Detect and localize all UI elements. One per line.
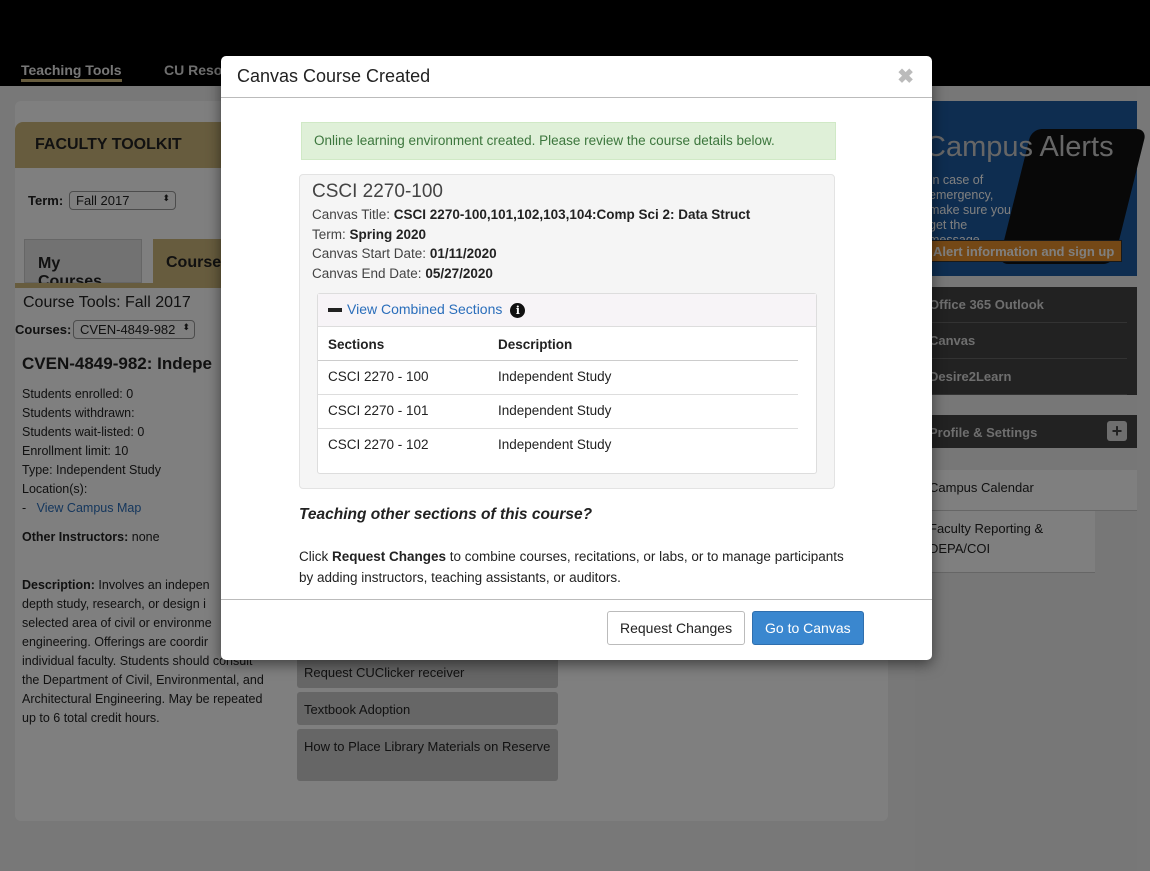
section-cell: CSCI 2270 - 100: [318, 360, 488, 395]
start-date-row: Canvas Start Date: 01/11/2020: [300, 244, 834, 264]
description-cell: Independent Study: [498, 437, 612, 452]
term-row: Term: Spring 2020: [300, 225, 834, 245]
description-cell: Independent Study: [488, 360, 798, 395]
dialog-title: Canvas Course Created: [237, 66, 431, 86]
minus-icon[interactable]: [328, 308, 342, 313]
help-bold: Request Changes: [332, 549, 447, 564]
canvas-title-value: CSCI 2270-100,101,102,103,104:Comp Sci 2…: [393, 207, 751, 222]
canvas-title-row: Canvas Title: CSCI 2270-100,101,102,103,…: [300, 205, 834, 225]
canvas-title-label: Canvas Title:: [312, 207, 394, 222]
help-pre: Click: [299, 549, 332, 564]
end-value: 05/27/2020: [425, 265, 493, 281]
request-changes-button[interactable]: Request Changes: [607, 611, 746, 645]
info-icon[interactable]: i: [510, 303, 526, 318]
section-cell: CSCI 2270 - 101: [318, 394, 488, 429]
table-row: CSCI 2270 - 100 Independent Study: [318, 360, 798, 395]
close-icon[interactable]: ✖: [897, 64, 914, 89]
col-description: Description: [488, 327, 798, 361]
end-date-row: Canvas End Date: 05/27/2020: [300, 264, 834, 284]
course-code: CSCI 2270-100: [312, 181, 443, 202]
table-row: CSCI 2270 - 102 Independent Study: [318, 429, 798, 463]
combined-sections-accordion: View Combined Sections i Sections Descript…: [317, 293, 817, 474]
start-label: Canvas Start Date:: [312, 246, 430, 261]
request-changes-help: Click Request Changes to combine courses…: [299, 546, 859, 588]
canvas-course-created-dialog: Canvas Course Created ✖ Online learning e…: [221, 56, 932, 660]
start-value: 01/11/2020: [429, 246, 497, 261]
sections-table: Sections Description CSCI 2270 - 100 Indep…: [318, 327, 798, 462]
course-details-card: CSCI 2270-100 Canvas Title: CSCI 2270-10…: [299, 174, 835, 489]
term-label: Term:: [312, 226, 350, 242]
success-alert: Online learning environment created. Ple…: [301, 122, 836, 160]
term-value: Spring 2020: [349, 226, 427, 242]
teaching-other-sections-heading: Teaching other sections of this course?: [299, 506, 593, 523]
go-to-canvas-button[interactable]: Go to Canvas: [752, 611, 864, 645]
view-combined-sections-link[interactable]: View Combined Sections: [347, 301, 502, 317]
section-cell: CSCI 2270 - 102: [328, 437, 429, 452]
end-label: Canvas End Date:: [312, 265, 426, 281]
table-row: CSCI 2270 - 101 Independent Study: [318, 394, 798, 429]
table-header-row: Sections Description: [318, 327, 798, 361]
accordion-header[interactable]: View Combined Sections i: [318, 294, 816, 327]
description-cell: Independent Study: [488, 394, 798, 429]
col-sections: Sections: [318, 327, 488, 361]
dialog-footer: Request Changes Go to Canvas: [221, 599, 932, 660]
